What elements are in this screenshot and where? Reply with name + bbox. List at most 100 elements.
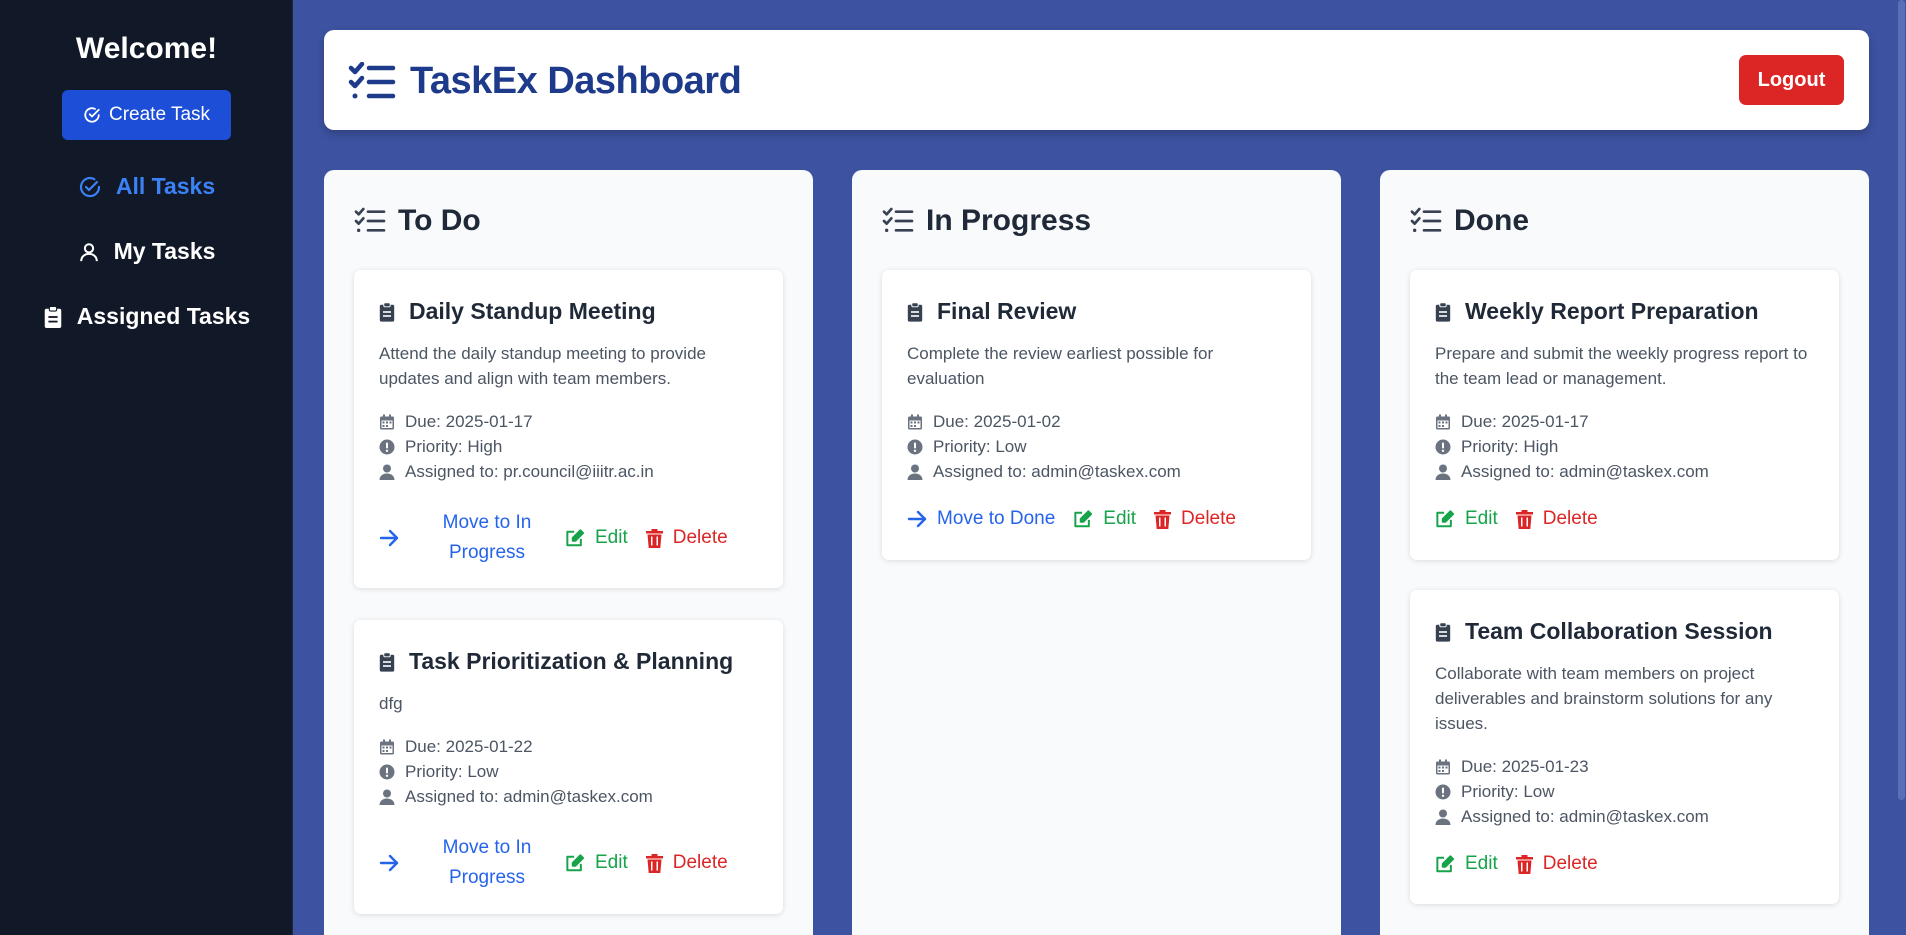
delete-button[interactable]: Delete [1154, 508, 1236, 530]
edit-icon [1435, 510, 1455, 528]
priority: Priority: Low [405, 762, 499, 781]
edit-button[interactable]: Edit [565, 527, 628, 549]
calendar-check-icon [83, 106, 101, 124]
user-icon [379, 789, 395, 805]
due-date-row: Due: 2025-01-23 [1435, 754, 1814, 779]
list-check-icon [1410, 207, 1442, 235]
clipboard-icon [379, 301, 395, 322]
create-task-label: Create Task [108, 104, 211, 125]
edit-icon [1073, 510, 1093, 528]
edit-label: Edit [1465, 853, 1498, 874]
edit-button[interactable]: Edit [565, 852, 628, 874]
list-check-icon [882, 207, 914, 235]
task-description: Attend the daily standup meeting to prov… [379, 344, 706, 388]
column-title: To Do [398, 204, 481, 237]
logout-button[interactable]: Logout [1739, 55, 1844, 105]
clipboard-icon [907, 301, 923, 322]
trash-icon [1515, 854, 1533, 874]
due-date-row: Due: 2025-01-17 [1435, 409, 1814, 434]
task-card: Task Prioritization & Planning dfg Due: … [354, 620, 783, 914]
move-label: Move to Done [937, 508, 1056, 529]
nav-assigned-tasks[interactable]: Assigned Tasks [0, 303, 293, 330]
clipboard-icon [1435, 621, 1451, 642]
task-title: Daily Standup Meeting [409, 298, 656, 324]
task-description: Collaborate with team members on project… [1435, 664, 1773, 733]
move-button[interactable]: Move to In Progress [379, 508, 547, 568]
calendar-icon [379, 414, 395, 430]
edit-icon [1435, 855, 1455, 873]
task-title: Team Collaboration Session [1465, 618, 1773, 644]
exclamation-circle-icon [379, 439, 395, 455]
task-title: Final Review [937, 298, 1077, 324]
list-check-icon [354, 207, 386, 235]
due-date: Due: 2025-01-22 [405, 737, 533, 756]
delete-button[interactable]: Delete [1515, 508, 1598, 530]
user-icon [907, 464, 923, 480]
priority: Priority: Low [1461, 782, 1555, 801]
welcome-heading: Welcome! [75, 32, 218, 65]
edit-button[interactable]: Edit [1073, 508, 1136, 530]
due-date-row: Due: 2025-01-17 [379, 409, 758, 434]
delete-label: Delete [1542, 853, 1598, 874]
nav-all-tasks[interactable]: All Tasks [0, 173, 293, 200]
edit-label: Edit [595, 852, 628, 873]
exclamation-circle-icon [379, 764, 395, 780]
assignee-row: Assigned to: admin@taskex.com [379, 784, 758, 809]
assignee-row: Assigned to: admin@taskex.com [1435, 804, 1814, 829]
edit-button[interactable]: Edit [1435, 853, 1498, 875]
assignee: Assigned to: admin@taskex.com [933, 462, 1181, 481]
due-date: Due: 2025-01-23 [1461, 757, 1589, 776]
exclamation-circle-icon [1435, 439, 1451, 455]
delete-button[interactable]: Delete [1515, 853, 1598, 875]
nav-my-tasks-label: My Tasks [113, 238, 216, 264]
priority-row: Priority: Low [1435, 779, 1814, 804]
column-in-progress: In Progress Final Review Complete the re… [852, 170, 1341, 935]
task-title: Task Prioritization & Planning [409, 648, 734, 674]
edit-button[interactable]: Edit [1435, 508, 1498, 530]
delete-label: Delete [1181, 508, 1236, 529]
priority: Priority: High [405, 437, 503, 456]
brand: TaskEx Dashboard [348, 60, 742, 103]
move-button[interactable]: Move to In Progress [379, 833, 547, 893]
delete-label: Delete [1542, 508, 1598, 529]
create-task-button[interactable]: Create Task [62, 90, 231, 140]
clipboard-icon [43, 305, 63, 328]
clipboard-icon [379, 651, 395, 672]
priority-row: Priority: High [379, 434, 758, 459]
edit-icon [565, 529, 585, 547]
task-description: dfg [379, 694, 403, 713]
priority: Priority: High [1461, 437, 1559, 456]
due-date: Due: 2025-01-17 [405, 412, 533, 431]
scrollbar-thumb[interactable] [1898, 0, 1905, 800]
nav-all-tasks-label: All Tasks [115, 173, 216, 199]
trash-icon [1515, 509, 1533, 529]
arrow-right-icon [907, 510, 927, 528]
due-date-row: Due: 2025-01-02 [907, 409, 1286, 434]
exclamation-circle-icon [907, 439, 923, 455]
user-icon [1435, 809, 1451, 825]
delete-button[interactable]: Delete [645, 527, 728, 549]
trash-icon [1154, 509, 1172, 529]
exclamation-circle-icon [1435, 784, 1451, 800]
column-header: In Progress [882, 204, 1091, 238]
header: TaskEx Dashboard Logout [324, 30, 1869, 130]
task-card: Weekly Report Preparation Prepare and su… [1410, 270, 1839, 560]
task-card: Team Collaboration Session Collaborate w… [1410, 590, 1839, 904]
task-description: Prepare and submit the weekly progress r… [1435, 344, 1808, 388]
check-circle-icon [78, 175, 102, 199]
calendar-icon [379, 739, 395, 755]
column-title: Done [1454, 204, 1529, 237]
user-icon [1435, 464, 1451, 480]
edit-icon [565, 854, 585, 872]
delete-button[interactable]: Delete [645, 852, 728, 874]
priority: Priority: Low [933, 437, 1027, 456]
user-icon [379, 464, 395, 480]
priority-row: Priority: High [1435, 434, 1814, 459]
assignee-row: Assigned to: admin@taskex.com [907, 459, 1286, 484]
page-scrollbar[interactable] [1896, 0, 1906, 935]
edit-label: Edit [1465, 508, 1498, 529]
move-button[interactable]: Move to Done [907, 508, 1055, 530]
nav-my-tasks[interactable]: My Tasks [0, 238, 293, 265]
arrow-right-icon [379, 529, 399, 547]
column-todo: To Do Daily Standup Meeting Attend the d… [324, 170, 813, 935]
